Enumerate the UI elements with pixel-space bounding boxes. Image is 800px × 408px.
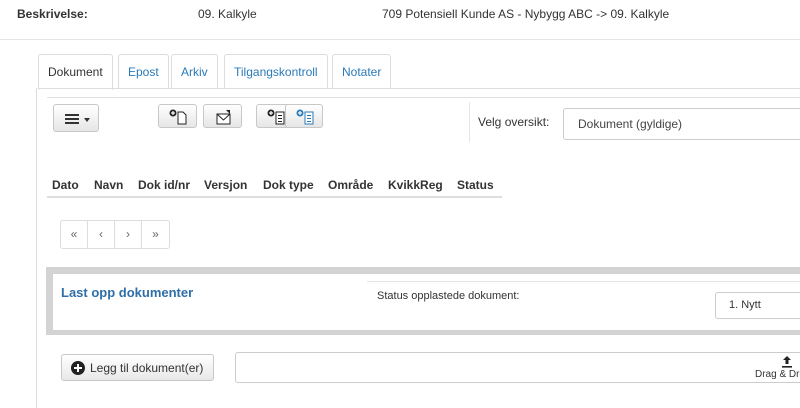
pager-first[interactable]: « xyxy=(61,221,88,248)
tab-notater[interactable]: Notater xyxy=(332,54,392,89)
upload-status-label: Status opplastede dokument: xyxy=(377,290,520,302)
description-label: Beskrivelse: xyxy=(17,7,88,21)
pager-last[interactable]: » xyxy=(142,221,169,248)
tab-underline xyxy=(38,88,800,89)
upload-status-select[interactable]: 1. Nytt xyxy=(715,292,800,319)
upload-panel-inner: Last opp dokumenter Status opplastede do… xyxy=(53,274,800,330)
column-dato[interactable]: Dato xyxy=(52,178,79,192)
upload-status-area: Status opplastede dokument: 1. Nytt xyxy=(367,281,800,319)
tab-tilgangskontroll[interactable]: Tilgangskontroll xyxy=(224,54,328,89)
add-documents-button[interactable]: Legg til dokument(er) xyxy=(61,354,214,381)
pager-prev[interactable]: ‹ xyxy=(88,221,115,248)
tab-arkiv[interactable]: Arkiv xyxy=(171,54,218,89)
content-border xyxy=(36,88,37,408)
drop-zone-text: Drag & Drop xyxy=(755,369,800,380)
upload-title: Last opp dokumenter xyxy=(61,285,194,300)
upload-panel: Last opp dokumenter Status opplastede do… xyxy=(46,267,800,335)
hamburger-icon xyxy=(65,114,79,126)
plus-circle-icon xyxy=(71,361,85,375)
toolbar-divider xyxy=(469,102,470,142)
column-status[interactable]: Status xyxy=(457,178,494,192)
column-versjon[interactable]: Versjon xyxy=(204,178,247,192)
add-list-icon xyxy=(296,109,314,125)
add-list-button[interactable] xyxy=(285,104,323,128)
description-row: Beskrivelse: 09. Kalkyle 709 Potensiell … xyxy=(0,0,800,40)
description-value: 09. Kalkyle xyxy=(198,7,257,21)
caret-down-icon xyxy=(84,118,90,122)
new-email-button[interactable] xyxy=(203,104,242,128)
column-omrade[interactable]: Område xyxy=(328,178,373,192)
upload-icon xyxy=(782,356,792,368)
overview-label: Velg oversikt: xyxy=(478,115,550,129)
document-table-header: Dato Navn Dok id/nr Versjon Dok type Omr… xyxy=(47,172,502,198)
column-dok-id[interactable]: Dok id/nr xyxy=(138,178,190,192)
add-documents-label: Legg til dokument(er) xyxy=(90,361,204,375)
column-navn[interactable]: Navn xyxy=(94,178,123,192)
drop-zone[interactable]: Drag & Drop xyxy=(235,352,800,383)
new-document-icon xyxy=(169,109,187,125)
pager-next[interactable]: › xyxy=(115,221,142,248)
add-template-icon xyxy=(267,109,285,125)
tab-dokument[interactable]: Dokument xyxy=(38,54,113,90)
project-path: 709 Potensiell Kunde AS - Nybygg ABC -> … xyxy=(382,7,670,21)
new-document-button[interactable] xyxy=(158,104,197,128)
column-kvikkreg[interactable]: KvikkReg xyxy=(388,178,443,192)
column-dok-type[interactable]: Dok type xyxy=(263,178,314,192)
pagination: « ‹ › » xyxy=(60,220,170,249)
actions-menu-button[interactable] xyxy=(53,104,99,132)
overview-select[interactable]: Dokument (gyldige) xyxy=(563,108,800,140)
new-email-icon xyxy=(216,110,231,125)
tab-epost[interactable]: Epost xyxy=(118,54,169,89)
